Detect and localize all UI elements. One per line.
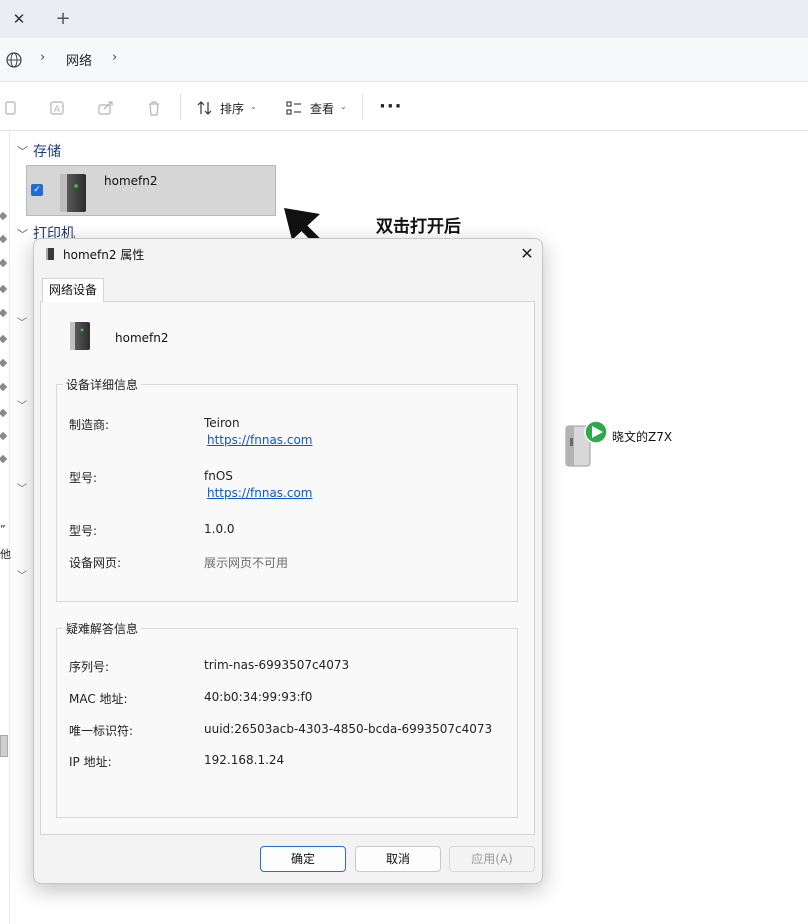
nav-text-fragment: 他 <box>0 548 11 561</box>
model-value: fnOS <box>204 469 233 483</box>
rename-icon[interactable]: A <box>48 99 66 117</box>
group-collapse-chevron-icon[interactable]: ﹀ <box>17 226 28 242</box>
chevron-down-icon[interactable]: ﹀ <box>17 397 27 412</box>
nas-device-icon <box>70 322 90 350</box>
close-icon[interactable]: ✕ <box>518 244 536 263</box>
ip-label: IP 地址: <box>69 755 112 769</box>
webpage-label: 设备网页: <box>69 556 122 570</box>
share-icon[interactable] <box>97 99 115 117</box>
pin-icon <box>0 334 8 344</box>
close-tab-icon[interactable]: ✕ <box>10 10 28 28</box>
delete-icon[interactable] <box>145 99 163 117</box>
item-checkbox[interactable]: ✓ <box>31 184 43 196</box>
tab-strip <box>0 0 808 38</box>
manufacturer-value: Teiron <box>204 416 240 430</box>
new-tab-button[interactable]: + <box>54 9 72 29</box>
dialog-device-name: homefn2 <box>115 331 169 345</box>
pin-icon <box>0 284 8 294</box>
nav-text-fragment: ” <box>0 523 6 536</box>
view-button[interactable]: 查看 <box>310 100 334 117</box>
chevron-down-icon[interactable]: ⌄ <box>250 102 257 111</box>
manufacturer-label: 制造商: <box>69 418 110 432</box>
nav-pane-divider <box>9 131 10 924</box>
breadcrumb-chevron-icon[interactable]: › <box>40 50 45 65</box>
sort-button[interactable]: 排序 <box>220 100 244 117</box>
toolbar-separator <box>362 94 363 120</box>
nas-device-icon <box>60 174 86 212</box>
device-name-label: homefn2 <box>104 174 158 188</box>
pin-icon <box>0 234 8 244</box>
breadcrumb-chevron-icon[interactable]: › <box>112 50 117 65</box>
group-title-storage[interactable]: 存储 <box>33 141 61 161</box>
peer-device-name[interactable]: 晓文的Z7X <box>612 428 672 445</box>
chevron-down-icon[interactable]: ﹀ <box>17 567 27 582</box>
pin-icon <box>0 431 8 441</box>
model-number-label: 型号: <box>69 524 98 538</box>
webpage-value: 展示网页不可用 <box>204 556 289 570</box>
mac-value: 40:b0:34:99:93:f0 <box>204 690 313 704</box>
tab-network-device[interactable]: 网络设备 <box>42 278 104 302</box>
model-label: 型号: <box>69 471 98 485</box>
annotation-text: 双击打开后 <box>376 217 461 237</box>
uid-value: uuid:26503acb-4303-4850-bcda-6993507c407… <box>204 722 493 736</box>
chevron-down-icon[interactable]: ⌄ <box>340 102 347 111</box>
pin-icon <box>0 408 8 418</box>
pin-icon <box>0 454 8 464</box>
pin-icon <box>0 308 8 318</box>
chevron-down-icon[interactable]: ﹀ <box>17 314 27 329</box>
troubleshooting-legend: 疑难解答信息 <box>63 620 142 637</box>
pin-icon <box>0 382 8 392</box>
dialog-title: homefn2 属性 <box>63 248 145 262</box>
copy-icon[interactable] <box>2 99 20 117</box>
sort-icon[interactable] <box>196 99 214 117</box>
nav-scrollbar-thumb[interactable] <box>0 735 8 757</box>
toolbar-separator <box>180 94 181 120</box>
pin-icon <box>0 258 8 268</box>
apply-button[interactable]: 应用(A) <box>449 846 535 872</box>
model-link[interactable]: https://fnnas.com <box>207 486 313 500</box>
manufacturer-link[interactable]: https://fnnas.com <box>207 433 313 447</box>
nas-device-small-icon <box>46 248 54 260</box>
ok-button[interactable]: 确定 <box>260 846 346 872</box>
serial-label: 序列号: <box>69 660 110 674</box>
pin-icon <box>0 211 8 221</box>
address-bar[interactable] <box>0 38 808 82</box>
cancel-button[interactable]: 取消 <box>355 846 441 872</box>
ip-value: 192.168.1.24 <box>204 753 285 767</box>
chevron-down-icon[interactable]: ﹀ <box>17 480 27 495</box>
mac-label: MAC 地址: <box>69 692 128 706</box>
command-bar <box>0 83 808 131</box>
group-collapse-chevron-icon[interactable]: ﹀ <box>17 143 28 159</box>
media-device-icon <box>565 420 608 467</box>
pin-icon <box>0 358 8 368</box>
more-options-button[interactable]: ··· <box>379 96 403 117</box>
view-icon[interactable] <box>285 99 303 117</box>
model-number-value: 1.0.0 <box>204 522 235 536</box>
network-globe-icon <box>6 52 22 68</box>
breadcrumb-network[interactable]: 网络 <box>66 50 92 69</box>
device-details-legend: 设备详细信息 <box>63 376 142 393</box>
svg-text:A: A <box>54 105 61 115</box>
uid-label: 唯一标识符: <box>69 724 134 738</box>
serial-value: trim-nas-6993507c4073 <box>204 658 350 672</box>
